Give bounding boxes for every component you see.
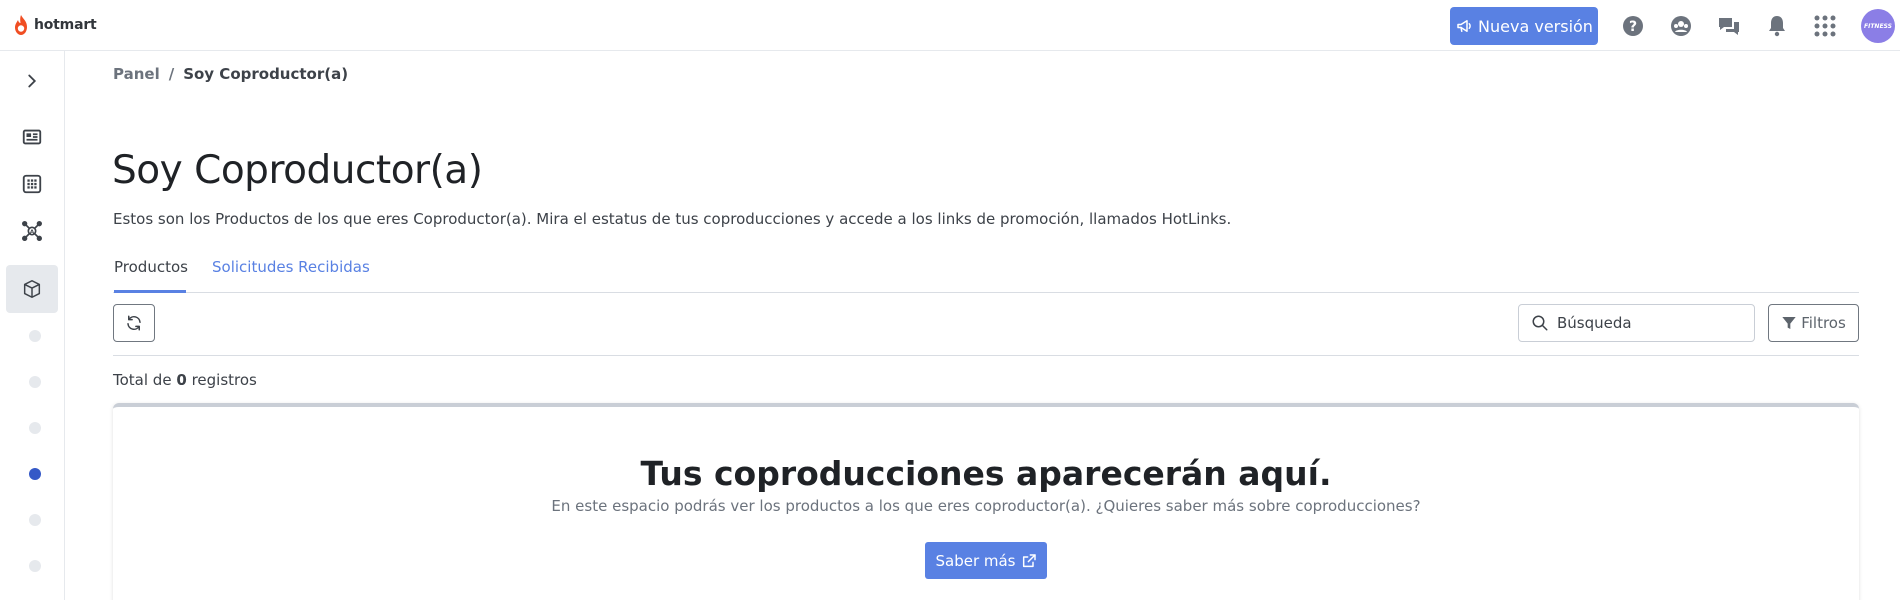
filters-label: Filtros <box>1801 314 1846 332</box>
sidebar-item-coproducer[interactable] <box>6 265 58 313</box>
dashboard-icon <box>22 129 42 145</box>
records-total: Total de 0 registros <box>113 371 257 389</box>
grid-icon <box>22 174 42 194</box>
tab-productos[interactable]: Productos <box>114 258 188 293</box>
megaphone-icon <box>1457 20 1471 32</box>
svg-text:A: A <box>30 229 35 235</box>
search-input[interactable] <box>1557 314 1747 332</box>
apps-grid-icon[interactable] <box>1812 13 1838 39</box>
avatar[interactable]: FITNESS <box>1861 9 1895 43</box>
new-version-button[interactable]: Nueva versión <box>1450 7 1598 45</box>
learn-more-label: Saber más <box>935 551 1016 570</box>
breadcrumb-root-link[interactable]: Panel <box>113 65 160 83</box>
sidebar-expand-button[interactable] <box>6 57 58 105</box>
tab-bar: Productos Solicitudes Recibidas <box>113 258 1859 293</box>
filters-button[interactable]: Filtros <box>1768 304 1859 342</box>
refresh-button[interactable] <box>113 304 155 342</box>
sidebar-dot[interactable] <box>29 376 41 388</box>
sidebar-dot-active[interactable] <box>29 468 41 480</box>
flame-icon <box>15 15 27 35</box>
learn-more-button[interactable]: Saber más <box>925 542 1047 579</box>
affiliate-network-icon: A <box>22 221 42 241</box>
breadcrumb-separator: / <box>168 65 175 83</box>
sidebar-dot[interactable] <box>29 330 41 342</box>
search-icon <box>1532 315 1548 331</box>
new-version-label: Nueva versión <box>1478 16 1593 36</box>
sidebar: A <box>0 51 65 600</box>
refresh-icon <box>127 315 141 331</box>
hotmart-logo[interactable]: hotmart <box>12 12 97 38</box>
logo-text: hotmart <box>34 17 97 33</box>
chat-icon[interactable] <box>1716 13 1742 39</box>
svg-text:?: ? <box>1629 19 1637 35</box>
box-icon <box>23 280 41 298</box>
sidebar-item-products-grid[interactable] <box>6 160 58 208</box>
total-prefix: Total de <box>113 371 172 389</box>
sidebar-item-affiliates[interactable]: A <box>6 207 58 255</box>
sidebar-dot[interactable] <box>29 514 41 526</box>
top-bar: hotmart Nueva versión ? FITNESS <box>0 0 1900 51</box>
sidebar-item-dashboard[interactable] <box>6 113 58 161</box>
total-suffix: registros <box>191 371 257 389</box>
total-count: 0 <box>176 371 187 389</box>
empty-state-title: Tus coproducciones aparecerán aquí. <box>640 454 1332 493</box>
empty-state-card: Tus coproducciones aparecerán aquí. En e… <box>113 403 1859 600</box>
community-icon[interactable] <box>1668 13 1694 39</box>
search-field[interactable] <box>1518 304 1755 342</box>
tab-solicitudes-recibidas[interactable]: Solicitudes Recibidas <box>212 258 370 292</box>
filter-icon <box>1782 317 1796 329</box>
empty-state-text: En este espacio podrás ver los productos… <box>551 497 1421 515</box>
page-title: Soy Coproductor(a) <box>112 148 483 193</box>
sidebar-dot[interactable] <box>29 422 41 434</box>
page-description: Estos son los Productos de los que eres … <box>113 210 1232 228</box>
external-link-icon <box>1022 553 1036 567</box>
divider <box>113 355 1859 356</box>
help-icon[interactable]: ? <box>1620 13 1646 39</box>
chevron-right-icon <box>28 74 37 88</box>
breadcrumb: Panel / Soy Coproductor(a) <box>113 65 348 83</box>
breadcrumb-current: Soy Coproductor(a) <box>183 65 349 83</box>
sidebar-dot[interactable] <box>29 560 41 572</box>
bell-icon[interactable] <box>1764 13 1790 39</box>
